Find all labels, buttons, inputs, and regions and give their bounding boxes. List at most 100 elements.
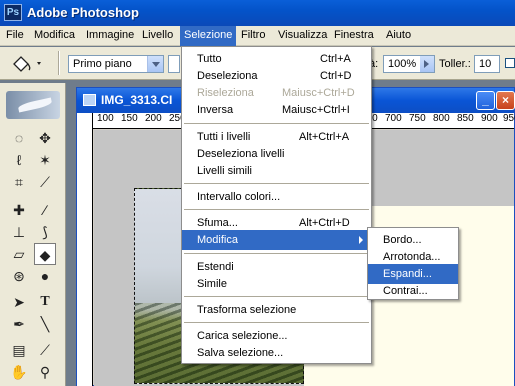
notes-icon[interactable]: ▤ xyxy=(8,339,30,361)
menu-item-label: Arrotonda... xyxy=(383,251,441,263)
slice-icon[interactable]: ⟋ xyxy=(34,171,56,193)
menu-aiuto[interactable]: Aiuto xyxy=(386,29,411,41)
menu-file[interactable]: File xyxy=(6,29,24,41)
history-brush-icon[interactable]: ⟆ xyxy=(34,221,56,243)
menu-item-label: Bordo... xyxy=(383,234,422,246)
menu-item-label: Espandi... xyxy=(383,268,432,280)
menu-item-intervallo-colori[interactable]: Intervallo colori... xyxy=(182,187,371,207)
menu-separator xyxy=(184,296,369,297)
app-title: Adobe Photoshop xyxy=(27,5,139,20)
modifica-submenu: Bordo... Arrotonda... Espandi... Contrai… xyxy=(367,227,459,300)
ruler-tick-label: 800 xyxy=(433,113,450,124)
ruler-tick-label: 200 xyxy=(145,113,162,124)
tolerance-input[interactable]: 10 xyxy=(474,55,500,73)
fill-mode-select[interactable]: Primo piano xyxy=(68,55,164,73)
menu-item-label: Tutto xyxy=(197,53,222,65)
fill-mode-value: Primo piano xyxy=(73,58,132,70)
magic-wand-icon[interactable]: ✶ xyxy=(34,149,56,171)
dodge-icon[interactable]: ● xyxy=(34,265,56,287)
minimize-button[interactable]: _ xyxy=(476,91,495,110)
menu-item-label: Trasforma selezione xyxy=(197,304,297,316)
ruler-tick-label: 750 xyxy=(409,113,426,124)
type-icon[interactable]: T xyxy=(34,291,56,313)
menu-item-simile[interactable]: Simile xyxy=(182,274,371,294)
move-icon[interactable]: ✥ xyxy=(34,127,56,149)
menu-item-salva-selezione[interactable]: Salva selezione... xyxy=(182,343,371,363)
toolbox: ◌ ✥ ℓ ✶ ⌗ ⟋ ✚ ∕ ⊥ ⟆ ▱ ◆ ⊛ ● ➤ T ✒ ╲ ▤ ⟋ … xyxy=(0,83,66,386)
menu-selezione[interactable]: Selezione xyxy=(180,26,237,46)
menu-item-inversa[interactable]: Inversa Maiusc+Ctrl+I xyxy=(182,100,371,120)
tool-preset-picker[interactable] xyxy=(8,52,44,74)
menu-item-label: Estendi xyxy=(197,261,234,273)
lasso-icon[interactable]: ℓ xyxy=(8,149,30,171)
menu-item-label: Livelli simili xyxy=(197,165,253,177)
ruler-tick-label: 900 xyxy=(481,113,498,124)
chevron-right-icon xyxy=(359,236,363,244)
menu-separator xyxy=(184,209,369,210)
menu-immagine[interactable]: Immagine xyxy=(86,29,134,41)
hand-icon[interactable]: ✋ xyxy=(8,361,30,383)
healing-icon[interactable]: ✚ xyxy=(8,199,30,221)
menu-item-label: Deseleziona xyxy=(197,70,258,82)
ruler-tick-label: 150 xyxy=(121,113,138,124)
menu-item-shortcut: Alt+Ctrl+A xyxy=(299,131,350,143)
blur-icon[interactable]: ⊛ xyxy=(8,265,30,287)
menu-separator xyxy=(184,183,369,184)
document-icon xyxy=(83,94,96,106)
paint-bucket-icon xyxy=(13,56,41,72)
marquee-icon[interactable]: ◌ xyxy=(8,127,30,149)
feather-logo-icon xyxy=(6,91,60,119)
vertical-ruler xyxy=(77,113,93,386)
menu-item-label: Tutti i livelli xyxy=(197,131,251,143)
crop-icon[interactable]: ⌗ xyxy=(8,171,30,193)
submenu-item-contrai[interactable]: Contrai... xyxy=(368,281,458,301)
menu-item-shortcut: Ctrl+D xyxy=(320,70,352,82)
eraser-icon[interactable]: ▱ xyxy=(8,243,30,265)
menu-filtro[interactable]: Filtro xyxy=(241,29,265,41)
menu-item-shortcut: Alt+Ctrl+D xyxy=(299,217,350,229)
paint-bucket-icon[interactable]: ◆ xyxy=(34,243,56,265)
menu-item-modifica[interactable]: Modifica xyxy=(182,230,371,250)
menu-item-shortcut: Maiusc+Ctrl+D xyxy=(282,87,355,99)
menu-item-label: Salva selezione... xyxy=(197,347,284,359)
tolerance-value: 10 xyxy=(479,58,492,70)
menu-item-shortcut: Maiusc+Ctrl+I xyxy=(282,104,350,116)
opacity-value: 100% xyxy=(388,58,417,70)
menu-item-label: Riseleziona xyxy=(197,87,254,99)
pen-icon[interactable]: ✒ xyxy=(8,313,30,335)
menu-finestra[interactable]: Finestra xyxy=(334,29,374,41)
menubar: File Modifica Immagine Livello Selezione… xyxy=(0,26,515,46)
menu-item-label: Modifica xyxy=(197,234,238,246)
close-button[interactable]: × xyxy=(496,91,515,110)
menu-item-livelli-simili[interactable]: Livelli simili xyxy=(182,161,371,181)
ruler-tick-label: 850 xyxy=(457,113,474,124)
menu-item-label: Contrai... xyxy=(383,285,428,297)
menu-modifica[interactable]: Modifica xyxy=(34,29,75,41)
menu-item-trasforma-selezione[interactable]: Trasforma selezione xyxy=(182,300,371,320)
menu-livello[interactable]: Livello xyxy=(142,29,173,41)
anti-alias-checkbox[interactable] xyxy=(505,58,515,68)
selezione-menu: Tutto Ctrl+A Deseleziona Ctrl+D Riselezi… xyxy=(181,46,372,364)
menu-visualizza[interactable]: Visualizza xyxy=(278,29,327,41)
menu-separator xyxy=(184,253,369,254)
line-icon[interactable]: ╲ xyxy=(34,313,56,335)
opacity-input[interactable]: 100% xyxy=(383,55,435,73)
menu-item-shortcut: Ctrl+A xyxy=(320,53,351,65)
opacity-slider-button[interactable] xyxy=(420,56,434,72)
chevron-down-icon xyxy=(37,62,41,65)
menu-item-label: Carica selezione... xyxy=(197,330,288,342)
path-select-icon[interactable]: ➤ xyxy=(8,291,30,313)
menu-item-label: Deseleziona livelli xyxy=(197,148,285,160)
eyedropper-icon[interactable]: ⟋ xyxy=(34,339,56,361)
menu-item-label: Simile xyxy=(197,278,227,290)
menu-separator xyxy=(184,123,369,124)
zoom-icon[interactable]: ⚲ xyxy=(34,361,56,383)
menu-separator xyxy=(184,322,369,323)
menu-item-label: Intervallo colori... xyxy=(197,191,281,203)
stamp-icon[interactable]: ⊥ xyxy=(8,221,30,243)
photoshop-logo-icon: Ps xyxy=(4,4,22,21)
brush-icon[interactable]: ∕ xyxy=(34,199,56,221)
separator xyxy=(58,51,60,75)
ruler-tick-label: 700 xyxy=(385,113,402,124)
pattern-select[interactable] xyxy=(168,55,180,73)
